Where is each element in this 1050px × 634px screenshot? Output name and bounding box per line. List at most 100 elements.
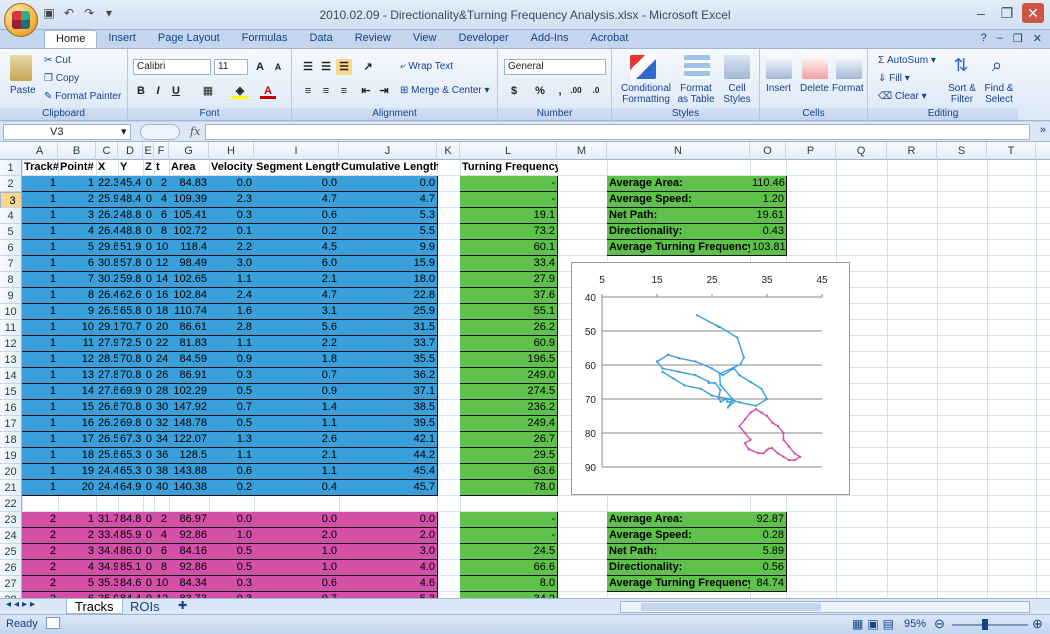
table-cell[interactable]: 86.61 [169,320,210,336]
table-cell[interactable]: 24.4 [96,464,119,480]
table-cell[interactable]: 48.8 [118,224,144,240]
table-cell[interactable]: 2 [22,544,59,560]
merge-center-button[interactable]: ⊞ Merge & Center ▾ [400,85,490,96]
turning-frequency-cell[interactable]: - [460,528,558,544]
table-cell[interactable]: 1.0 [254,560,340,576]
turning-frequency-cell[interactable]: 249.0 [460,368,558,384]
tab-developer[interactable]: Developer [447,30,519,48]
table-cell[interactable]: 1 [22,272,59,288]
table-cell[interactable]: 0.0 [209,512,255,528]
turning-frequency-cell[interactable]: 29.5 [460,448,558,464]
table-cell[interactable]: 4.7 [254,192,340,208]
table-cell[interactable]: 59.8 [118,272,144,288]
fill-color-icon[interactable]: ◈ [232,83,248,99]
table-cell[interactable]: 20 [58,480,97,496]
turning-frequency-cell[interactable]: 26.2 [460,320,558,336]
table-cell[interactable]: 98.49 [169,256,210,272]
format-as-table-icon[interactable] [684,55,710,79]
font-color-icon[interactable]: A [260,83,276,99]
table-cell[interactable]: 19 [58,464,97,480]
font-size-select[interactable]: 11 [214,59,248,75]
column-title[interactable]: Point# [58,160,97,176]
table-cell[interactable]: 1 [22,208,59,224]
table-cell[interactable]: 30.8 [96,256,119,272]
table-cell[interactable]: 57.8 [118,256,144,272]
find-select-icon[interactable]: ⌕ [984,55,1010,79]
table-cell[interactable]: 85.1 [118,560,144,576]
column-header-T[interactable]: T [987,142,1036,160]
table-cell[interactable]: 5.6 [254,320,340,336]
table-cell[interactable]: 4.6 [339,576,438,592]
table-cell[interactable]: 26.2 [96,208,119,224]
minimize-icon[interactable]: – [970,3,992,23]
table-cell[interactable]: 26.4 [96,288,119,304]
table-cell[interactable]: 8 [154,224,170,240]
decrease-decimal-icon[interactable]: .0 [588,83,604,99]
underline-icon[interactable]: U [168,83,184,99]
table-cell[interactable]: 2 [22,576,59,592]
sheet-nav-icon[interactable]: ◂◂▸▸ [6,599,38,610]
row-header[interactable]: 20 [0,464,22,480]
table-cell[interactable]: 102.84 [169,288,210,304]
table-cell[interactable]: 34.4 [96,544,119,560]
table-cell[interactable]: 72.5 [118,336,144,352]
table-cell[interactable]: 4.7 [254,288,340,304]
table-cell[interactable]: 3.0 [339,544,438,560]
format-as-table-button[interactable]: Format as Table [676,83,716,105]
table-cell[interactable]: 65.3 [118,448,144,464]
stat-label[interactable]: Average Turning Frequency: [607,240,751,256]
table-cell[interactable]: 69.8 [118,416,144,432]
table-cell[interactable]: 92.86 [169,560,210,576]
turning-frequency-cell[interactable]: 73.2 [460,224,558,240]
table-cell[interactable]: 1 [22,192,59,208]
paste-icon[interactable] [10,55,32,81]
table-cell[interactable]: 70.8 [118,400,144,416]
turning-frequency-cell[interactable]: 63.6 [460,464,558,480]
stat-label[interactable]: Average Turning Frequency: [607,576,751,592]
column-header-D[interactable]: D [118,142,143,160]
turning-frequency-cell[interactable]: 33.4 [460,256,558,272]
row-header[interactable]: 26 [0,560,22,576]
table-cell[interactable]: 2 [58,192,97,208]
grow-font-icon[interactable]: A [252,59,268,75]
turning-frequency-cell[interactable]: 24.5 [460,544,558,560]
table-cell[interactable]: 12 [154,256,170,272]
stat-value[interactable]: 19.61 [750,208,787,224]
table-cell[interactable]: 36 [154,448,170,464]
table-cell[interactable]: 4 [154,528,170,544]
formula-expand-icon[interactable] [140,124,180,140]
stat-value[interactable]: 1.20 [750,192,787,208]
table-cell[interactable]: 42.1 [339,432,438,448]
find-select-button[interactable]: Find & Select [980,83,1018,105]
table-cell[interactable]: 1 [22,432,59,448]
stat-value[interactable]: 0.28 [750,528,787,544]
table-cell[interactable]: 105.41 [169,208,210,224]
table-cell[interactable]: 33.7 [339,336,438,352]
table-cell[interactable]: 92.86 [169,528,210,544]
table-cell[interactable]: 85.9 [118,528,144,544]
table-cell[interactable]: 1 [22,400,59,416]
row-header[interactable]: 5 [0,224,22,240]
orientation-icon[interactable]: ↗ [360,59,376,75]
sort-filter-icon[interactable]: ⇅ [948,55,974,79]
table-cell[interactable]: 0.9 [254,384,340,400]
table-cell[interactable]: 31.5 [339,320,438,336]
stat-label[interactable]: Directionality: [607,560,751,576]
table-cell[interactable]: 16 [154,288,170,304]
align-top-icon[interactable]: ☰ [300,59,316,75]
table-cell[interactable]: 2.8 [209,320,255,336]
table-cell[interactable]: 2.1 [254,272,340,288]
font-name-select[interactable]: Calibri [133,59,211,75]
table-cell[interactable]: 1 [22,304,59,320]
table-cell[interactable]: 14 [58,384,97,400]
tab-review[interactable]: Review [344,30,402,48]
help-icon[interactable]: ? [981,32,987,45]
table-cell[interactable]: 29.1 [96,320,119,336]
formula-input[interactable] [205,124,1030,140]
table-cell[interactable]: 8 [154,560,170,576]
table-cell[interactable]: 4.5 [254,240,340,256]
column-title[interactable]: X [96,160,119,176]
stat-value[interactable]: 5.89 [750,544,787,560]
table-cell[interactable]: 26.6 [96,400,119,416]
row-header[interactable]: 18 [0,432,22,448]
